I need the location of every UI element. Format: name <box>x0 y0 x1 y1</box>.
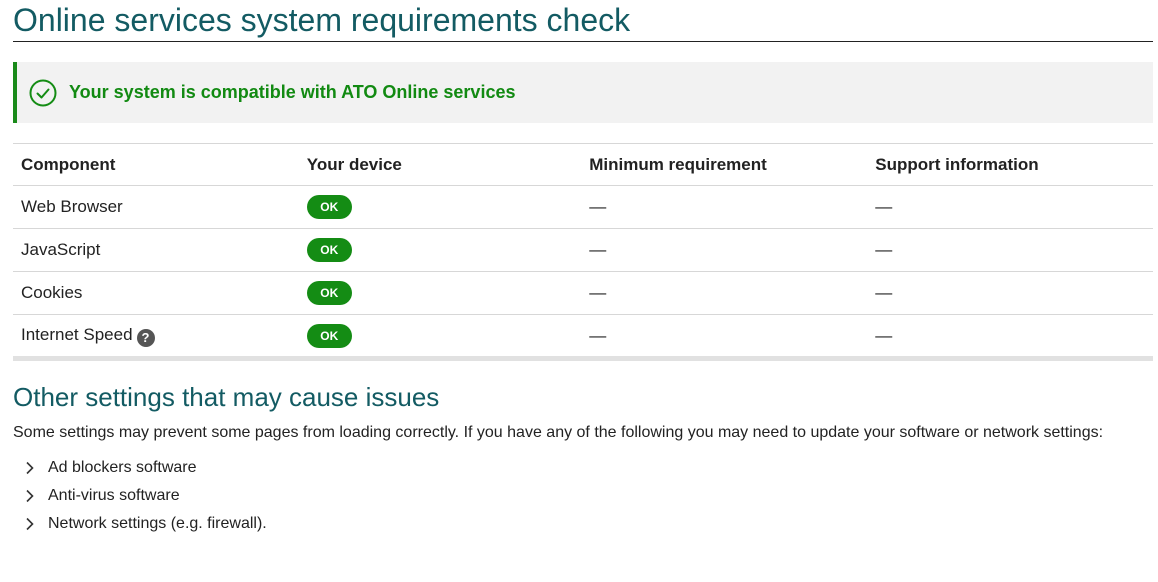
minimum-requirement: — <box>581 271 868 315</box>
component-name: Internet Speed <box>21 324 133 344</box>
header-support-information: Support information <box>867 143 1153 186</box>
support-information: — <box>867 185 1153 229</box>
chevron-right-icon <box>21 487 39 505</box>
table-row: Internet Speed? OK — — <box>13 314 1153 361</box>
chevron-right-icon <box>21 459 39 477</box>
support-information: — <box>867 228 1153 272</box>
component-name: Cookies <box>13 271 299 315</box>
other-settings-intro: Some settings may prevent some pages fro… <box>13 424 1104 441</box>
chevron-right-icon <box>21 515 39 533</box>
check-circle-icon <box>29 79 57 107</box>
component-name: JavaScript <box>13 228 299 272</box>
list-item: Anti-virus software <box>13 482 1153 510</box>
component-name: Web Browser <box>13 185 299 229</box>
table-header-row: Component Your device Minimum requiremen… <box>13 143 1153 186</box>
component-name-cell: Internet Speed? <box>13 314 299 361</box>
help-icon[interactable]: ? <box>136 328 155 347</box>
table-row: Web Browser OK — — <box>13 185 1153 229</box>
list-item-label: Ad blockers software <box>48 459 197 476</box>
device-status-cell: OK <box>298 271 582 315</box>
table-row: JavaScript OK — — <box>13 228 1153 272</box>
compatibility-alert: Your system is compatible with ATO Onlin… <box>13 62 1153 123</box>
device-status-cell: OK <box>298 185 582 229</box>
device-status-cell: OK <box>298 228 582 272</box>
ok-badge: OK <box>306 238 352 262</box>
ok-badge: OK <box>306 195 352 219</box>
minimum-requirement: — <box>581 228 868 272</box>
support-information: — <box>867 314 1153 361</box>
ok-badge: OK <box>306 323 352 348</box>
list-item-label: Anti-virus software <box>48 487 180 504</box>
page-title: Online services system requirements chec… <box>13 0 1153 42</box>
page-container: Online services system requirements chec… <box>13 0 1153 538</box>
table-row: Cookies OK — — <box>13 271 1153 315</box>
issues-list: Ad blockers software Anti-virus software… <box>13 454 1153 538</box>
minimum-requirement: — <box>581 185 868 229</box>
alert-message: Your system is compatible with ATO Onlin… <box>69 82 516 102</box>
list-item-label: Network settings (e.g. firewall). <box>48 515 267 532</box>
support-information: — <box>867 271 1153 315</box>
header-component: Component <box>13 143 299 186</box>
list-item: Ad blockers software <box>13 454 1153 482</box>
header-minimum-requirement: Minimum requirement <box>581 143 868 186</box>
list-item: Network settings (e.g. firewall). <box>13 510 1153 538</box>
device-status-cell: OK <box>298 314 582 361</box>
requirements-table: Component Your device Minimum requiremen… <box>13 143 1153 361</box>
ok-badge: OK <box>306 281 352 305</box>
other-settings-title: Other settings that may cause issues <box>13 382 440 412</box>
minimum-requirement: — <box>581 314 868 361</box>
header-your-device: Your device <box>298 143 582 186</box>
